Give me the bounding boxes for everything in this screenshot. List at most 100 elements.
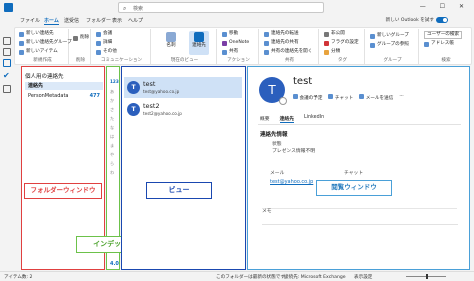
tab-overview[interactable]: 概要 (260, 115, 270, 123)
categorize-button[interactable]: 分類 (324, 49, 340, 55)
search-icon: ⌕ (123, 5, 127, 12)
contact-list-item[interactable]: T test test@yahoo.co.jp (124, 77, 242, 98)
index-bottom-label: 4.0 (110, 261, 119, 267)
open-shared-contacts-button[interactable]: 共有の連絡先を開く (264, 49, 312, 55)
lock-icon (324, 31, 329, 37)
delete-button[interactable]: 削除 (73, 35, 89, 41)
share-icon (222, 49, 227, 55)
more-details-button[interactable]: 詳細 (96, 40, 112, 46)
mail-icon[interactable] (3, 37, 11, 45)
tasks-check-icon[interactable]: ✔ (3, 71, 10, 80)
display-settings-button[interactable]: 表示設定 (354, 274, 372, 280)
flag-icon (324, 40, 329, 46)
index-letter[interactable]: ら (110, 161, 114, 167)
email-label: メール (270, 171, 285, 176)
view-business-card-button[interactable]: 名刺 (161, 31, 181, 55)
new-contact-button[interactable]: 新しい連絡先 (19, 31, 54, 37)
index-letter[interactable]: か (110, 98, 114, 104)
index-letter[interactable]: わ (110, 170, 114, 176)
index-letter[interactable]: あ (110, 89, 114, 95)
new-group-button[interactable]: 新しいグループ (370, 33, 409, 39)
item-count: アイテム数: 2 (4, 275, 33, 280)
index-letter[interactable]: さ (110, 107, 114, 113)
index-letter[interactable]: は (110, 134, 114, 140)
tab-help[interactable]: ヘルプ (128, 17, 143, 24)
reading-tabs: 概要 連絡先 LinkedIn (260, 115, 324, 123)
index-letter[interactable]: た (110, 116, 114, 122)
tab-home[interactable]: ホーム (44, 17, 59, 25)
tab-send-receive[interactable]: 送受信 (64, 17, 79, 24)
folder-item-contacts[interactable]: 連絡先 (25, 82, 103, 90)
onenote-icon (222, 40, 227, 46)
contact-card-icon (19, 31, 24, 37)
private-button[interactable]: 非公開 (324, 31, 345, 37)
contact-actions: 会議の予定 チャット メールを送信 ··· (293, 94, 404, 102)
chat-button[interactable]: チャット (328, 94, 353, 102)
contact-name: test2 (143, 102, 160, 110)
trash-icon (73, 35, 78, 41)
send-email-button[interactable]: メールを送信 (359, 94, 393, 102)
more-options-icon[interactable]: ··· (399, 94, 403, 102)
browse-groups-icon (370, 42, 375, 48)
schedule-meeting-button[interactable]: 会議の予定 (293, 94, 322, 102)
mail-icon (359, 94, 365, 99)
details-icon (96, 40, 101, 46)
share-contacts-button[interactable]: 連絡先の共有 (264, 40, 299, 46)
divider (262, 208, 457, 209)
folder-item-personmetadata[interactable]: PersonMetadata 477 (25, 92, 103, 100)
category-icon (324, 49, 329, 55)
meeting-button[interactable]: 会議 (96, 31, 112, 37)
notes-field[interactable] (262, 218, 458, 225)
people-icon[interactable] (3, 59, 11, 67)
tab-view[interactable]: 表示 (112, 17, 122, 24)
ribbon: 新しい連絡先 新しい連絡先グループ 新しいアイテム 新規作成 削除 削除 会議 … (14, 27, 472, 65)
more-apps-icon[interactable] (3, 85, 11, 93)
forward-contact-button[interactable]: 連絡先の転送 (264, 31, 299, 37)
search-people-input[interactable]: ユーザーの検索 (424, 31, 463, 39)
tab-folder[interactable]: フォルダー (86, 17, 111, 24)
chat-icon (328, 94, 334, 99)
more-button[interactable]: その他 (96, 49, 117, 55)
index-letter[interactable]: ま (110, 143, 114, 149)
new-items-button[interactable]: 新しいアイテム (19, 49, 58, 55)
chat-label: チャット (344, 171, 364, 176)
folder-pane-callout: フォルダーウィンドウ (24, 183, 102, 199)
calendar-nav-icon[interactable] (3, 48, 11, 56)
email-link[interactable]: test@yahoo.co.jp (270, 179, 313, 185)
new-outlook-toggle[interactable] (436, 17, 448, 23)
forward-icon (264, 31, 269, 37)
tab-contact[interactable]: 連絡先 (279, 115, 295, 123)
address-book-icon (424, 41, 429, 47)
onenote-button[interactable]: OneNote (222, 40, 249, 46)
share-contacts-icon (264, 40, 269, 46)
window-controls[interactable]: — ☐ ✕ (420, 3, 470, 10)
more-icon (96, 49, 101, 55)
move-icon (222, 31, 227, 37)
follow-up-flag-button[interactable]: フラグの設定 (324, 40, 359, 46)
index-letter[interactable]: な (110, 125, 114, 131)
tab-linkedin[interactable]: LinkedIn (304, 115, 324, 123)
ribbon-group-share: 連絡先の転送 連絡先の共有 共有の連絡先を開く 共有 (261, 29, 319, 65)
new-item-icon (19, 49, 24, 55)
index-letter[interactable]: や (110, 152, 114, 158)
ribbon-group-new: 新しい連絡先 新しい連絡先グループ 新しいアイテム 新規作成 (17, 29, 72, 65)
index-top-label[interactable]: 123 (110, 79, 119, 84)
new-group-icon (370, 33, 375, 39)
address-book-button[interactable]: アドレス帳 (424, 41, 454, 47)
share-action-button[interactable]: 共有 (222, 49, 238, 55)
status-label: 状態 (272, 142, 282, 147)
move-button[interactable]: 移動 (222, 31, 238, 37)
contact-list-item[interactable]: T test2 test2@yahoo.co.jp (124, 99, 242, 120)
contact-title: test (293, 76, 313, 87)
browse-groups-button[interactable]: グループの参照 (370, 42, 409, 48)
search-box[interactable]: ⌕ 検索 (118, 2, 324, 13)
folder-pane-header[interactable]: 個人用の連絡先 (25, 72, 64, 80)
contact-list-view: T test test@yahoo.co.jp T test2 test2@ya… (121, 66, 246, 270)
calendar-icon (96, 31, 101, 37)
zoom-slider-handle[interactable] (426, 274, 428, 279)
view-contact-button[interactable]: 連絡先 (189, 31, 209, 55)
divider (258, 124, 461, 125)
new-contact-group-button[interactable]: 新しい連絡先グループ (19, 40, 72, 46)
tab-file[interactable]: ファイル (20, 17, 40, 24)
folder-count-badge: 477 (89, 93, 100, 99)
